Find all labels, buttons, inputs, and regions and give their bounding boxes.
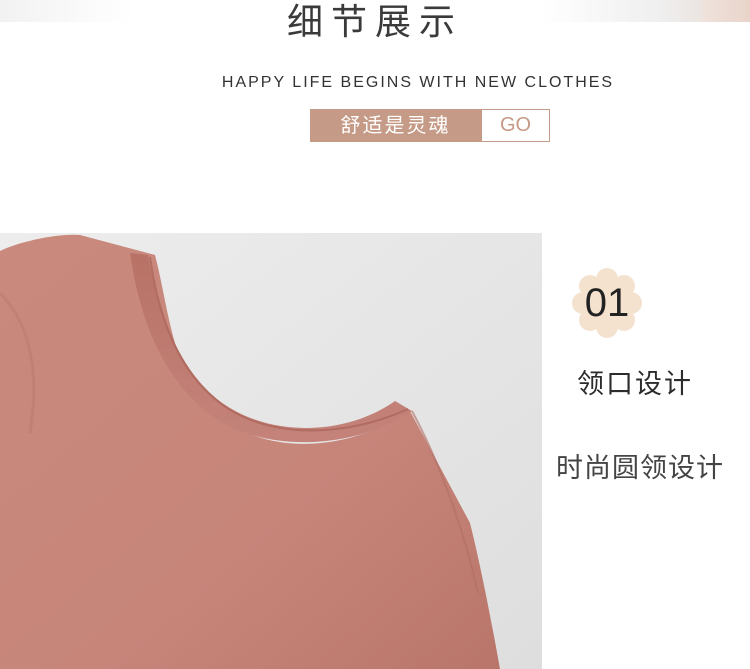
go-button[interactable]: GO (481, 109, 550, 142)
feature-title: 领口设计 (577, 369, 693, 400)
feature-number: 01 (584, 281, 630, 325)
section-subtitle: HAPPY LIFE BEGINS WITH NEW CLOTHES (221, 74, 615, 91)
product-detail-photo (0, 233, 542, 669)
slogan-badge[interactable]: 舒适是灵魂 GO (310, 109, 550, 142)
feature-description: 时尚圆领设计 (556, 453, 724, 484)
neckline-photo-graphic (0, 233, 542, 669)
slogan-label: 舒适是灵魂 (310, 109, 481, 142)
section-title: 细节展示 (286, 2, 463, 43)
feature-number-badge: 01 (571, 267, 643, 339)
